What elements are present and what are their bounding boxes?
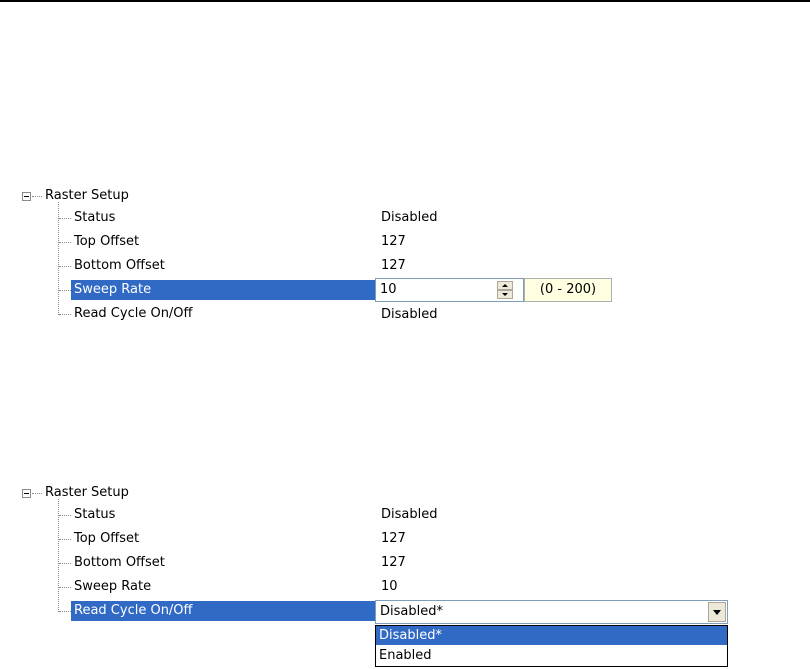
collapse-toggle-icon[interactable] bbox=[22, 192, 31, 201]
tree-connector bbox=[59, 563, 71, 564]
tree-item-bottom-offset[interactable]: Bottom Offset bbox=[74, 555, 165, 571]
status-value[interactable]: Disabled bbox=[381, 210, 437, 226]
tree-connector bbox=[59, 314, 71, 315]
tree-connector bbox=[32, 493, 42, 494]
top-offset-value[interactable]: 127 bbox=[381, 531, 406, 547]
tree-item-read-cycle[interactable]: Read Cycle On/Off bbox=[74, 603, 193, 619]
sweep-rate-value[interactable]: 10 bbox=[381, 579, 398, 595]
tree-item-sweep-rate[interactable]: Sweep Rate bbox=[74, 579, 151, 595]
collapse-toggle-icon[interactable] bbox=[22, 489, 31, 498]
tree-root-label[interactable]: Raster Setup bbox=[45, 485, 129, 501]
tree-item-top-offset[interactable]: Top Offset bbox=[74, 234, 139, 250]
tree-root-label[interactable]: Raster Setup bbox=[45, 188, 129, 204]
read-cycle-value[interactable]: Disabled bbox=[381, 307, 437, 323]
status-value[interactable]: Disabled bbox=[381, 507, 437, 523]
dropdown-option-disabled[interactable]: Disabled* bbox=[376, 626, 727, 645]
spin-down-arrow-icon[interactable] bbox=[497, 290, 513, 299]
sweep-rate-spinbox[interactable]: 10 bbox=[375, 278, 524, 302]
tree-connector bbox=[59, 587, 71, 588]
tree-connector bbox=[59, 515, 71, 516]
top-rule bbox=[0, 0, 810, 2]
read-cycle-dropdown-list: Disabled* Enabled bbox=[375, 625, 728, 667]
top-offset-value[interactable]: 127 bbox=[381, 234, 406, 250]
raster-setup-tree-2: Raster Setup Status Disabled Top Offset … bbox=[0, 475, 810, 667]
tree-connector bbox=[59, 242, 71, 243]
tree-item-sweep-rate[interactable]: Sweep Rate bbox=[74, 282, 151, 298]
tree-connector bbox=[59, 218, 71, 219]
spin-up-arrow-icon[interactable] bbox=[497, 281, 513, 290]
spin-buttons bbox=[497, 281, 513, 299]
tree-connector bbox=[59, 611, 71, 612]
read-cycle-selected-value[interactable]: Disabled* bbox=[380, 604, 443, 620]
tree-item-top-offset[interactable]: Top Offset bbox=[74, 531, 139, 547]
dropdown-option-enabled[interactable]: Enabled bbox=[376, 646, 727, 665]
tree-item-status[interactable]: Status bbox=[74, 210, 115, 226]
tree-connector bbox=[59, 539, 71, 540]
tree-item-bottom-offset[interactable]: Bottom Offset bbox=[74, 258, 165, 274]
sweep-rate-input[interactable]: 10 bbox=[380, 282, 397, 298]
tree-connector bbox=[59, 266, 71, 267]
chevron-down-icon[interactable] bbox=[708, 602, 726, 622]
read-cycle-select[interactable]: Disabled* bbox=[375, 600, 728, 624]
tree-connector bbox=[32, 196, 42, 197]
tree-item-read-cycle[interactable]: Read Cycle On/Off bbox=[74, 306, 193, 322]
raster-setup-tree-1: Raster Setup Status Disabled Top Offset … bbox=[0, 178, 810, 328]
range-hint: (0 - 200) bbox=[524, 278, 612, 302]
bottom-offset-value[interactable]: 127 bbox=[381, 555, 406, 571]
bottom-offset-value[interactable]: 127 bbox=[381, 258, 406, 274]
tree-connector bbox=[59, 290, 71, 291]
tree-item-status[interactable]: Status bbox=[74, 507, 115, 523]
